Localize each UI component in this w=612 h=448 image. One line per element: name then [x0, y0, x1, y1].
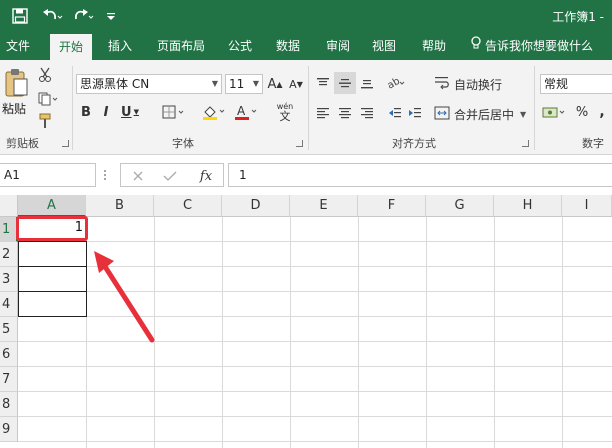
decrease-indent-icon[interactable]	[386, 104, 404, 122]
tab-view[interactable]: 视图	[364, 33, 404, 60]
bottom-align-icon[interactable]	[358, 74, 376, 92]
svg-text:A: A	[237, 104, 246, 118]
format-painter-icon[interactable]	[36, 112, 54, 130]
ribbon-tabs: 文件 开始 插入 页面布局 公式 数据 审阅 视图 帮助 告诉我你想要做什么	[0, 33, 612, 60]
tab-page-layout[interactable]: 页面布局	[150, 33, 212, 60]
svg-text:ab: ab	[386, 76, 402, 91]
paste-icon[interactable]	[2, 66, 30, 100]
increase-font-size-icon[interactable]: A ▲	[266, 74, 284, 94]
wrap-text-button[interactable]: 自动换行	[434, 74, 518, 94]
ribbon: 粘贴 剪贴板 思源黑体 CN ▼ 11 ▼ A ▲ A ▼ B I U ▼ A wén…	[0, 60, 612, 155]
number-format-select[interactable]: 常规	[540, 74, 612, 94]
number-format-value: 常规	[544, 77, 569, 91]
alignment-group-label: 对齐方式	[392, 137, 436, 150]
title-bar: 工作簿1 -	[0, 0, 612, 33]
undo-icon[interactable]	[38, 7, 66, 25]
paste-label[interactable]: 粘贴	[2, 100, 32, 117]
italic-icon[interactable]: I	[98, 102, 114, 122]
divider	[534, 66, 535, 150]
customize-qat-icon[interactable]	[104, 7, 118, 25]
font-group-label: 字体	[172, 137, 194, 150]
name-box[interactable]: A1	[0, 163, 96, 187]
tab-data[interactable]: 数据	[268, 33, 308, 60]
save-icon[interactable]	[8, 7, 32, 25]
formula-input[interactable]: 1	[228, 163, 612, 187]
bold-icon[interactable]: B	[78, 102, 94, 122]
tab-home[interactable]: 开始	[50, 34, 92, 60]
decrease-font-size-icon[interactable]: A ▼	[287, 74, 305, 94]
underline-icon[interactable]: U ▼	[117, 102, 143, 122]
font-size-value: 11	[229, 77, 245, 91]
align-left-icon[interactable]	[314, 104, 332, 122]
middle-align-icon[interactable]	[334, 72, 356, 94]
increase-indent-icon[interactable]	[406, 104, 424, 122]
font-name-select[interactable]: 思源黑体 CN ▼	[76, 74, 222, 94]
wrap-text-label: 自动换行	[454, 77, 503, 92]
tab-review[interactable]: 审阅	[318, 33, 358, 60]
accounting-format-icon[interactable]	[540, 102, 570, 122]
tab-formulas[interactable]: 公式	[220, 33, 260, 60]
copy-icon[interactable]	[36, 90, 62, 108]
tab-file[interactable]: 文件	[0, 33, 36, 60]
merge-cells-icon	[434, 106, 450, 123]
align-right-icon[interactable]	[358, 104, 376, 122]
font-launcher-icon[interactable]	[296, 140, 303, 147]
cancel-icon[interactable]	[129, 167, 147, 185]
insert-function-icon[interactable]: fx	[195, 167, 217, 185]
divider	[308, 66, 309, 150]
percent-style-icon[interactable]: %	[574, 102, 590, 122]
wrap-text-icon	[434, 76, 450, 93]
font-color-icon[interactable]: A	[232, 102, 262, 122]
tell-me-text: 告诉我你想要做什么	[485, 39, 594, 53]
lightbulb-icon	[470, 33, 482, 60]
chevron-down-icon: ▼	[211, 79, 218, 88]
worksheet-grid: A B C D E F G H I 1 2 3 4 5 6 7 8 9 1	[0, 195, 612, 448]
phonetic-guide-icon[interactable]: wén 文	[272, 100, 298, 124]
merge-center-button[interactable]: 合并后居中 ▼	[434, 104, 534, 124]
annotation-arrow-icon	[94, 251, 155, 343]
merge-center-label: 合并后居中	[454, 107, 515, 122]
enter-icon[interactable]	[161, 167, 179, 185]
formula-bar: A1 fx 1	[0, 155, 612, 195]
cut-icon[interactable]	[36, 66, 54, 84]
tab-help[interactable]: 帮助	[414, 33, 454, 60]
divider	[72, 66, 73, 150]
clipboard-group-label: 剪贴板	[6, 137, 39, 150]
orientation-icon[interactable]: ab	[384, 72, 412, 94]
tell-me-search[interactable]: 告诉我你想要做什么	[470, 33, 593, 60]
number-group-label: 数字	[582, 137, 604, 150]
fill-color-icon[interactable]	[200, 102, 230, 122]
alignment-launcher-icon[interactable]	[522, 140, 529, 147]
formula-buttons: fx	[120, 163, 224, 187]
chevron-down-icon: ▼	[520, 109, 527, 119]
clipboard-launcher-icon[interactable]	[62, 140, 69, 147]
resize-handle-icon[interactable]	[99, 168, 111, 182]
comma-style-icon[interactable]: ,	[596, 102, 608, 122]
font-size-select[interactable]: 11 ▼	[225, 74, 263, 94]
chevron-down-icon: ▼	[252, 79, 259, 88]
tab-insert[interactable]: 插入	[98, 33, 142, 60]
borders-icon[interactable]	[160, 102, 190, 122]
redo-icon[interactable]	[70, 7, 98, 25]
document-title: 工作簿1 -	[552, 10, 604, 24]
align-center-icon[interactable]	[336, 104, 354, 122]
font-name-value: 思源黑体 CN	[80, 77, 150, 91]
top-align-icon[interactable]	[314, 74, 332, 92]
